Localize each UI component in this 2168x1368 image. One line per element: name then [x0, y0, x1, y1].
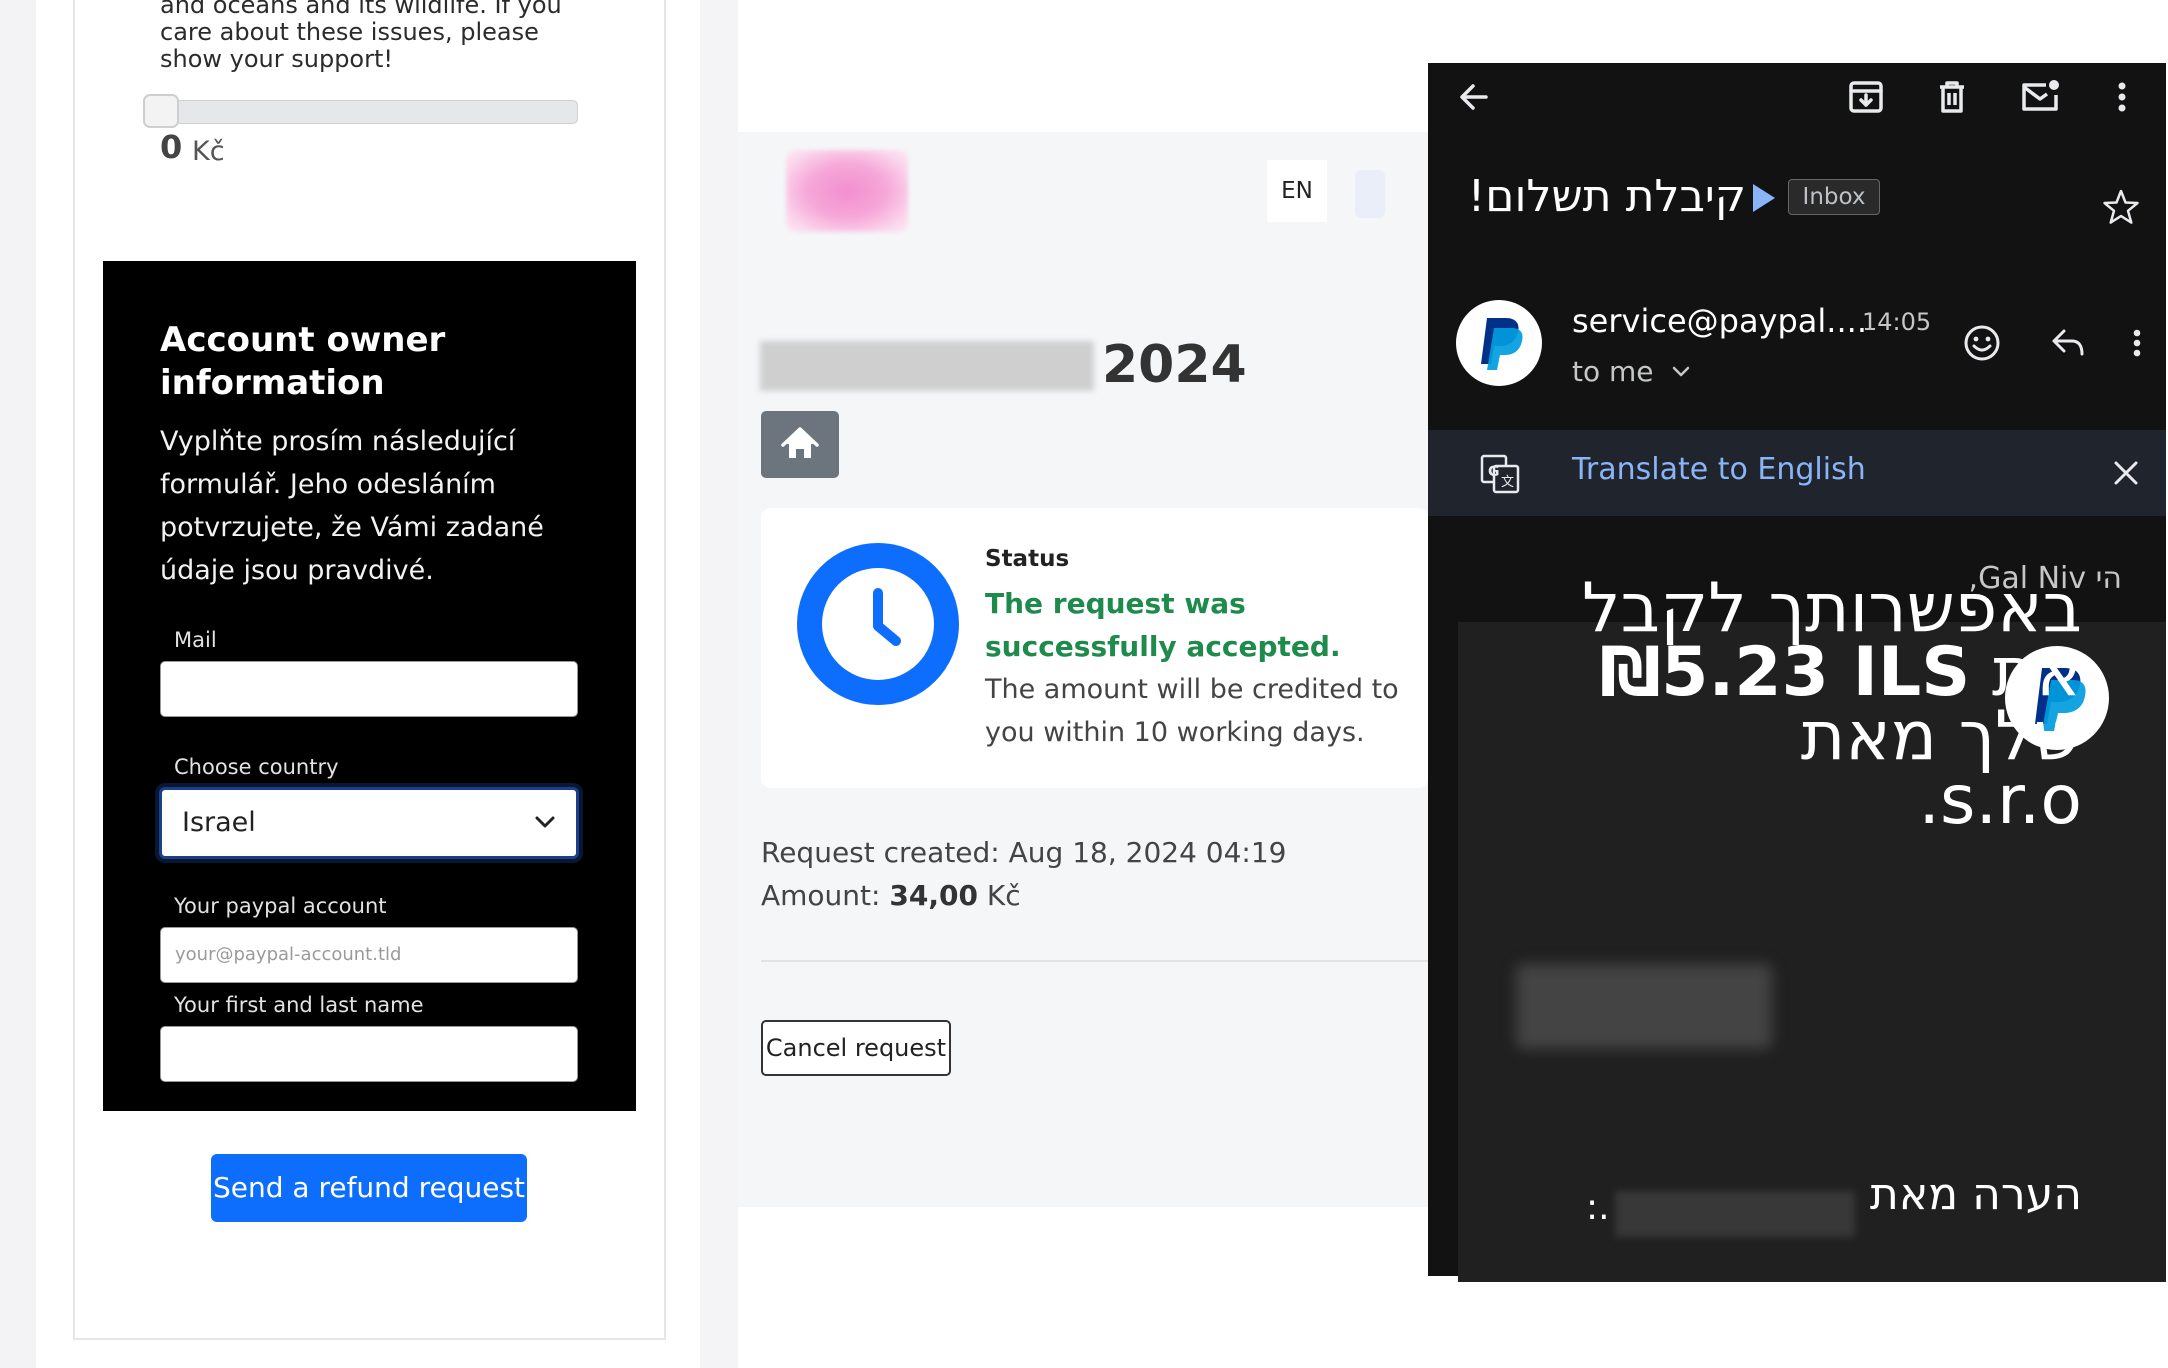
more-vert-icon[interactable]: [2124, 321, 2150, 369]
sender-address[interactable]: service@paypal....: [1572, 302, 1867, 340]
close-icon[interactable]: [2108, 455, 2144, 495]
account-owner-section: Account owner information Vyplňte prosím…: [103, 261, 636, 1111]
redacted-sender-name: [1516, 964, 1772, 1049]
paypal-logo: [1481, 318, 1523, 370]
request-amount: Amount: 34,00 Kč: [761, 879, 1021, 912]
send-refund-request-button[interactable]: Send a refund request: [211, 1154, 527, 1222]
amount-label: Amount:: [761, 879, 881, 912]
amount-value: 34,00: [889, 879, 978, 912]
translate-icon: G文: [1478, 452, 1522, 500]
inbox-label[interactable]: Inbox: [1788, 179, 1880, 215]
translate-link[interactable]: Translate to English: [1572, 452, 1866, 487]
status-value: The request was successfully accepted.: [985, 587, 1341, 663]
mail-label: Mail: [174, 628, 217, 652]
created-value: Aug 18, 2024 04:19: [1008, 836, 1287, 869]
note-label: הערה מאת: [1869, 1169, 2082, 1220]
country-value: Israel: [182, 807, 256, 838]
mark-unread-icon[interactable]: [2016, 73, 2064, 125]
home-button[interactable]: [761, 411, 839, 478]
svg-text:文: 文: [1501, 475, 1514, 490]
chevron-down-icon: [1673, 366, 1690, 377]
home-icon: [781, 427, 819, 458]
donation-value: 0: [160, 128, 183, 166]
body-line-4: s.r.o.: [1918, 761, 2082, 840]
svg-text:G: G: [1488, 464, 1500, 480]
cancel-request-button[interactable]: Cancel request: [761, 1020, 951, 1076]
status-label: Status: [985, 546, 1070, 572]
request-created: Request created: Aug 18, 2024 04:19: [761, 836, 1287, 869]
language-selector[interactable]: EN: [1267, 160, 1327, 222]
section-description: Vyplňte prosím následující formulář. Jeh…: [160, 426, 544, 586]
donation-slider[interactable]: [145, 100, 578, 124]
page-title-year: 2024: [1102, 335, 1247, 395]
section-title: Account owner information: [160, 320, 446, 403]
star-icon[interactable]: [2100, 187, 2142, 233]
back-arrow-icon[interactable]: [1450, 73, 1498, 125]
more-vert-icon[interactable]: [2098, 73, 2146, 125]
email-subject: קיבלת תשלום!: [1467, 171, 1746, 222]
status-info: The amount will be credited to you withi…: [985, 674, 1399, 748]
trash-icon[interactable]: [1928, 73, 1976, 125]
gmail-message-view: קיבלת תשלום! Inbox service@paypal.... 14…: [1428, 63, 2166, 1282]
divider: [761, 960, 1428, 962]
country-select[interactable]: Israel: [159, 787, 579, 859]
clock-icon: [797, 543, 959, 705]
chevron-down-icon: [534, 790, 556, 881]
sender-avatar[interactable]: [1456, 300, 1542, 386]
amount-unit: Kč: [986, 879, 1021, 912]
archive-icon[interactable]: [1842, 73, 1890, 125]
donation-unit: Kč: [192, 136, 225, 167]
full-name-label: Your first and last name: [174, 993, 424, 1017]
intro-text: and oceans and its wildlife. If you care…: [160, 0, 562, 73]
message-time: 14:05: [1862, 308, 1932, 336]
importance-marker-icon[interactable]: [1753, 184, 1775, 212]
page-gutter: [700, 0, 738, 1368]
menu-button[interactable]: [1355, 170, 1385, 218]
full-name-field[interactable]: [160, 1026, 578, 1082]
recipient-label: to me: [1572, 355, 1654, 388]
redacted-note-sender: [1615, 1191, 1855, 1237]
country-label: Choose country: [174, 755, 339, 779]
note-suffix: :.: [1586, 1187, 1610, 1228]
site-logo[interactable]: [786, 150, 908, 232]
mail-field[interactable]: [160, 661, 578, 717]
paypal-account-field[interactable]: your@paypal-account.tld: [160, 927, 578, 983]
emoji-icon[interactable]: [1960, 321, 2004, 369]
created-label: Request created:: [761, 836, 1000, 869]
paypal-account-label: Your paypal account: [174, 894, 387, 918]
reply-icon[interactable]: [2046, 321, 2090, 369]
donation-slider-handle[interactable]: [143, 94, 179, 128]
redacted-title: [760, 341, 1094, 391]
recipient-summary[interactable]: to me: [1572, 355, 1692, 388]
